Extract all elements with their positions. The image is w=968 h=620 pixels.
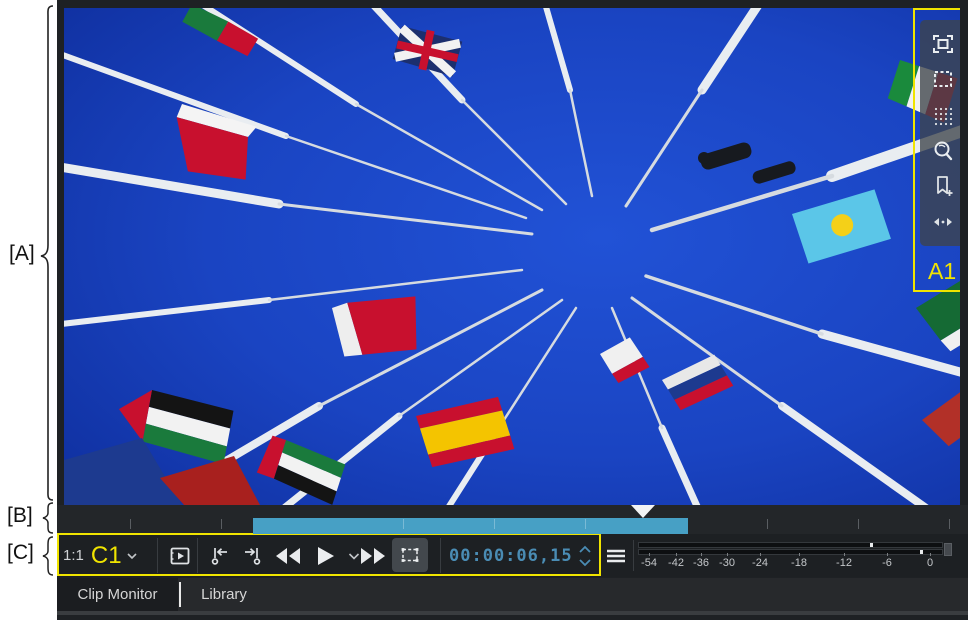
- meter-scale-label: -42: [668, 557, 684, 569]
- play-icon: [313, 544, 337, 568]
- meter-tick: [844, 553, 845, 556]
- preview-window-button[interactable]: [163, 536, 197, 575]
- chevron-down-icon: [124, 548, 140, 564]
- meter-scale-label: 0: [927, 557, 933, 569]
- add-marker-icon: [931, 174, 955, 198]
- scrub-nudge-button[interactable]: [926, 207, 960, 237]
- monitor-overlay-toolbar: [920, 20, 960, 246]
- annotation-brace-c: [41, 536, 55, 576]
- meter-tick: [727, 553, 728, 556]
- zoom-tool-icon: [931, 139, 955, 163]
- timeline-tick: [949, 519, 950, 529]
- meter-scale-label: -12: [836, 557, 852, 569]
- meter-bar-right: [638, 549, 943, 555]
- audio-level-meter: -54 -42 -36 -30 -24 -18 -12 -6 0: [635, 539, 957, 575]
- meter-tick: [701, 553, 702, 556]
- timeline-tick: [585, 519, 586, 529]
- spinner-up-icon: [577, 544, 593, 555]
- grid-overlay-button[interactable]: [926, 100, 960, 130]
- panel-bottom-edge: [57, 611, 968, 615]
- spinner-down-icon: [577, 557, 593, 568]
- tab-separator: [179, 582, 181, 607]
- meter-bar-left: [638, 542, 943, 548]
- trim-mode-icon: [398, 543, 422, 567]
- hamburger-menu-icon: [605, 547, 627, 565]
- timeline-tick: [130, 519, 131, 529]
- meter-tick: [676, 553, 677, 556]
- trim-mode-button[interactable]: [392, 538, 428, 572]
- timeline-scrubber[interactable]: [57, 505, 968, 534]
- annotation-brace-a: [40, 5, 55, 501]
- meter-tick: [887, 553, 888, 556]
- panel-menu-button[interactable]: [601, 536, 631, 575]
- mark-in-icon: [208, 544, 232, 568]
- callout-label-c1: C1: [91, 542, 122, 570]
- meter-tick: [799, 553, 800, 556]
- tab-clip-monitor[interactable]: Clip Monitor: [57, 578, 178, 611]
- video-frame-flags: [64, 8, 960, 505]
- loaded-range-bar: [253, 518, 688, 534]
- rewind-icon: [273, 545, 303, 567]
- mark-out-button[interactable]: [235, 536, 269, 575]
- divider: [440, 538, 441, 573]
- peak-indicator: [870, 543, 873, 547]
- timeline-tick: [767, 519, 768, 529]
- meter-scale-label: -30: [719, 557, 735, 569]
- meter-range-handle: [944, 543, 952, 556]
- add-marker-button[interactable]: [926, 171, 960, 201]
- play-button[interactable]: [307, 536, 343, 575]
- clip-monitor-panel: A1 1:1 C1: [57, 0, 968, 620]
- meter-scale-label: -24: [752, 557, 768, 569]
- rewind-button[interactable]: [269, 536, 307, 575]
- meter-scale-label: -18: [791, 557, 807, 569]
- fit-to-screen-button[interactable]: [926, 29, 960, 59]
- meter-scale-label: -6: [882, 557, 892, 569]
- fast-forward-button[interactable]: [353, 536, 393, 575]
- fast-forward-icon: [358, 545, 388, 567]
- grid-overlay-icon: [931, 103, 955, 127]
- zoom-preset-dropdown[interactable]: 1:1 C1: [63, 536, 140, 575]
- mark-out-icon: [240, 544, 264, 568]
- video-preview: A1: [64, 8, 960, 505]
- fit-to-screen-icon: [931, 32, 955, 56]
- preview-window-icon: [168, 544, 192, 568]
- zoom-preset-value: 1:1: [63, 547, 84, 564]
- page-root: [A] [B] [C]: [0, 0, 968, 620]
- meter-scale-label: -54: [641, 557, 657, 569]
- peak-indicator: [920, 550, 923, 554]
- annotation-label-c: [C]: [7, 541, 34, 565]
- meter-tick: [649, 553, 650, 556]
- timecode-display[interactable]: 00:00:06,15: [449, 536, 573, 575]
- meter-tick: [760, 553, 761, 556]
- timeline-tick: [494, 519, 495, 529]
- selection-area-icon: [931, 67, 955, 91]
- panel-tab-bar: Clip Monitor Library: [57, 578, 968, 611]
- divider: [633, 540, 634, 571]
- meter-scale-label: -36: [693, 557, 709, 569]
- timecode-spinner[interactable]: [575, 539, 595, 573]
- timeline-tick: [858, 519, 859, 529]
- tab-library[interactable]: Library: [185, 578, 263, 611]
- meter-tick: [930, 553, 931, 556]
- mark-in-button[interactable]: [203, 536, 237, 575]
- annotation-brace-b: [41, 502, 55, 534]
- timeline-tick: [221, 519, 222, 529]
- divider: [197, 538, 198, 573]
- playhead-marker[interactable]: [631, 505, 655, 518]
- transport-control-bar: 1:1 C1: [57, 534, 968, 577]
- zoom-tool-button[interactable]: [926, 136, 960, 166]
- callout-label-a1: A1: [928, 258, 956, 285]
- timeline-tick: [403, 519, 404, 529]
- annotation-label-b: [B]: [7, 504, 33, 528]
- annotation-label-a: [A]: [9, 242, 35, 266]
- selection-area-button[interactable]: [926, 64, 960, 94]
- divider: [157, 538, 158, 573]
- scrub-nudge-icon: [931, 210, 955, 234]
